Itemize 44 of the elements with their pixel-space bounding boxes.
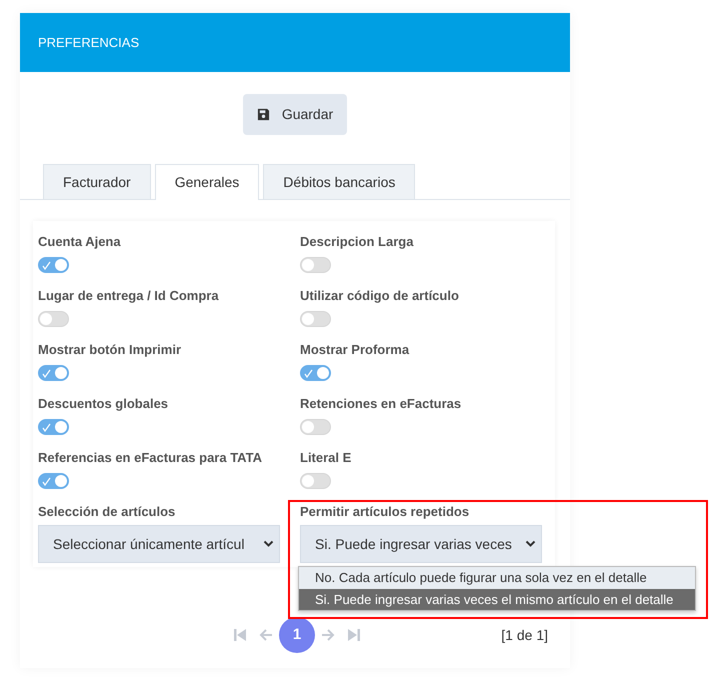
toggle-switch[interactable] (38, 365, 69, 381)
field-label: Selección de artículos (38, 503, 176, 521)
page-summary: [1 de 1] (501, 626, 548, 645)
last-page-icon[interactable] (347, 628, 361, 642)
switch-label: Literal E (300, 449, 352, 467)
switch-label: Descripcion Larga (300, 233, 414, 251)
toggle-switch[interactable] (38, 473, 69, 489)
switch-label: Cuenta Ajena (38, 233, 122, 251)
check-icon (42, 261, 51, 270)
toggle-switch[interactable] (300, 473, 331, 489)
switch-label: Utilizar código de artículo (300, 287, 460, 305)
toggle-switch[interactable] (38, 311, 69, 327)
toggle-switch[interactable] (300, 419, 331, 435)
dropdown-option[interactable]: Si. Puede ingresar varias veces el mismo artículo en el detalle (299, 588, 695, 610)
toggle-switch[interactable] (38, 419, 69, 435)
switch-label: Referencias en eFacturas para TATA (38, 449, 263, 467)
select-field[interactable]: Seleccionar únicamente artícul (38, 525, 280, 563)
tab[interactable]: Débitos bancarios (263, 164, 416, 199)
check-icon (42, 477, 51, 486)
switch-label: Mostrar botón Imprimir (38, 341, 182, 359)
check-icon (304, 369, 313, 378)
field-label: Permitir artículos repetidos (300, 503, 470, 521)
first-page-icon[interactable] (233, 628, 247, 642)
tab[interactable]: Generales (154, 164, 260, 200)
chevron-down-icon (263, 540, 274, 548)
arrow-right-icon[interactable] (321, 628, 335, 642)
chevron-down-icon (525, 540, 536, 548)
check-icon (42, 369, 51, 378)
card-title: PREFERENCIAS (38, 34, 140, 52)
toggle-switch[interactable] (300, 311, 331, 327)
dropdown-option[interactable]: No. Cada artículo puede figurar una sola vez en el detalle (299, 567, 695, 588)
tab[interactable]: Facturador (43, 164, 151, 199)
check-icon (42, 423, 51, 432)
arrow-left-icon[interactable] (259, 628, 273, 642)
save-button[interactable]: Guardar (242, 94, 348, 135)
select-field[interactable]: Si. Puede ingresar varias veces (300, 525, 542, 563)
toggle-switch[interactable] (300, 257, 331, 273)
switch-label: Mostrar Proforma (300, 341, 410, 359)
switch-label: Lugar de entrega / Id Compra (38, 287, 220, 305)
save-icon (256, 108, 270, 121)
switch-label: Retenciones en eFacturas (300, 395, 462, 413)
toggle-switch[interactable] (300, 365, 331, 381)
toggle-switch[interactable] (38, 257, 69, 273)
switch-label: Descuentos globales (38, 395, 170, 413)
